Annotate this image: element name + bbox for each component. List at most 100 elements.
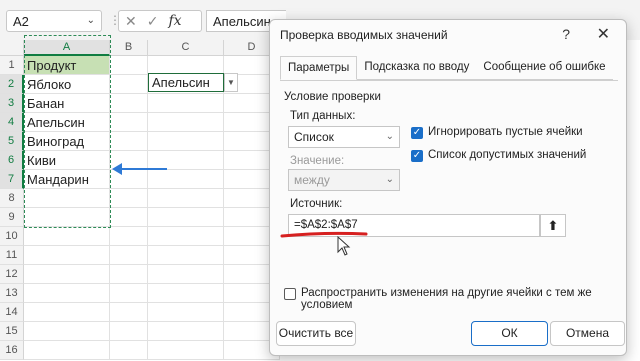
- row-header[interactable]: 16: [0, 341, 24, 360]
- cell[interactable]: [24, 246, 110, 265]
- cell[interactable]: [110, 341, 148, 360]
- close-icon[interactable]: ✕: [597, 24, 610, 44]
- annotation-underline: [280, 231, 368, 238]
- cell[interactable]: [148, 246, 224, 265]
- row-header[interactable]: 12: [0, 265, 24, 284]
- cell[interactable]: [24, 227, 110, 246]
- cell-a7[interactable]: Мандарин: [24, 170, 110, 189]
- cell[interactable]: [24, 189, 110, 208]
- insert-function-icon[interactable]: fx: [168, 13, 181, 29]
- cancel-icon[interactable]: ✕: [125, 13, 137, 30]
- cell[interactable]: [110, 265, 148, 284]
- dropdown-arrow-icon[interactable]: ▼: [224, 73, 238, 92]
- chevron-down-icon: ⌄: [385, 174, 394, 185]
- cancel-button[interactable]: Отмена: [550, 321, 625, 346]
- annotation-arrow-icon: [112, 163, 167, 175]
- mouse-cursor-icon: [337, 236, 351, 256]
- cell[interactable]: [110, 284, 148, 303]
- cell[interactable]: [24, 208, 110, 227]
- row-header[interactable]: 9: [0, 208, 24, 227]
- clear-all-button[interactable]: Очистить все: [276, 321, 356, 346]
- cell-a1[interactable]: Продукт: [24, 56, 110, 75]
- row-header[interactable]: 3: [0, 94, 24, 113]
- cell[interactable]: [148, 189, 224, 208]
- data-type-select[interactable]: Список ⌄: [288, 126, 400, 148]
- cell[interactable]: [148, 265, 224, 284]
- cell[interactable]: [148, 303, 224, 322]
- select-all-corner[interactable]: [0, 40, 24, 56]
- cell[interactable]: [110, 189, 148, 208]
- column-headers: A B C D: [0, 40, 280, 56]
- name-box[interactable]: A2 ⌄: [6, 10, 102, 32]
- row-header[interactable]: 5: [0, 132, 24, 151]
- cell[interactable]: [110, 227, 148, 246]
- source-label: Источник:: [290, 198, 343, 210]
- cell[interactable]: [148, 341, 224, 360]
- cell[interactable]: [24, 265, 110, 284]
- tab-input-message[interactable]: Подсказка по вводу: [357, 56, 477, 80]
- column-header-a[interactable]: A: [24, 40, 110, 56]
- row-header[interactable]: 10: [0, 227, 24, 246]
- cell-a3[interactable]: Банан: [24, 94, 110, 113]
- ok-button[interactable]: ОК: [471, 321, 548, 346]
- cell[interactable]: [148, 113, 224, 132]
- row-header[interactable]: 14: [0, 303, 24, 322]
- cell-a2[interactable]: Яблоко: [24, 75, 110, 94]
- data-validation-dialog: Проверка вводимых значений ? ✕ Параметры…: [269, 19, 627, 356]
- in-cell-dropdown-checkbox[interactable]: ✓: [411, 150, 423, 162]
- cell[interactable]: [110, 208, 148, 227]
- row-header[interactable]: 6: [0, 151, 24, 170]
- cell[interactable]: [148, 208, 224, 227]
- cell[interactable]: [148, 94, 224, 113]
- grid-row: 16: [0, 341, 280, 360]
- confirm-icon[interactable]: ✓: [147, 13, 159, 30]
- cell[interactable]: [148, 322, 224, 341]
- cell[interactable]: [110, 246, 148, 265]
- row-header[interactable]: 1: [0, 56, 24, 75]
- grid-row: 5 Виноград: [0, 132, 280, 151]
- cell[interactable]: [24, 341, 110, 360]
- cell[interactable]: [110, 322, 148, 341]
- dialog-tabs: Параметры Подсказка по вводу Сообщение о…: [280, 56, 613, 80]
- row-header[interactable]: 15: [0, 322, 24, 341]
- value-select: между ⌄: [288, 169, 400, 191]
- tab-error-alert[interactable]: Сообщение об ошибке: [476, 56, 613, 80]
- dropdown-cell-c2[interactable]: Апельсин: [148, 73, 224, 92]
- cell[interactable]: [148, 227, 224, 246]
- formula-buttons: ✕ ✓ fx: [118, 10, 202, 32]
- ignore-blank-checkbox[interactable]: ✓: [411, 127, 423, 139]
- cell[interactable]: [110, 113, 148, 132]
- tab-settings[interactable]: Параметры: [280, 56, 358, 80]
- chevron-down-icon[interactable]: ⌄: [87, 15, 95, 26]
- cell[interactable]: [24, 284, 110, 303]
- cell[interactable]: [110, 303, 148, 322]
- collapse-dialog-icon[interactable]: ⬆: [540, 214, 566, 237]
- cell[interactable]: [110, 132, 148, 151]
- row-header[interactable]: 8: [0, 189, 24, 208]
- column-header-b[interactable]: B: [110, 40, 148, 56]
- section-title: Условие проверки: [284, 91, 381, 103]
- cell-a6[interactable]: Киви: [24, 151, 110, 170]
- grid-row: 4 Апельсин: [0, 113, 280, 132]
- row-header[interactable]: 4: [0, 113, 24, 132]
- cell[interactable]: [148, 132, 224, 151]
- cell[interactable]: [24, 322, 110, 341]
- help-icon[interactable]: ?: [562, 26, 570, 42]
- cell[interactable]: [110, 94, 148, 113]
- row-header[interactable]: 2: [0, 75, 24, 94]
- row-header[interactable]: 13: [0, 284, 24, 303]
- row-header[interactable]: 11: [0, 246, 24, 265]
- cell[interactable]: [148, 284, 224, 303]
- cell[interactable]: [24, 303, 110, 322]
- row-header[interactable]: 7: [0, 170, 24, 189]
- cell[interactable]: [110, 75, 148, 94]
- column-header-c[interactable]: C: [148, 40, 224, 56]
- cell[interactable]: [110, 56, 148, 75]
- tab-divider: [280, 80, 618, 81]
- chevron-down-icon: ⌄: [385, 131, 394, 142]
- grid-row: 13: [0, 284, 280, 303]
- grid-rows: 1 Продукт 2 Яблоко 3 Банан 4 Апельсин 5 …: [0, 56, 280, 360]
- cell-a5[interactable]: Виноград: [24, 132, 110, 151]
- cell-a4[interactable]: Апельсин: [24, 113, 110, 132]
- apply-all-checkbox[interactable]: [284, 288, 296, 300]
